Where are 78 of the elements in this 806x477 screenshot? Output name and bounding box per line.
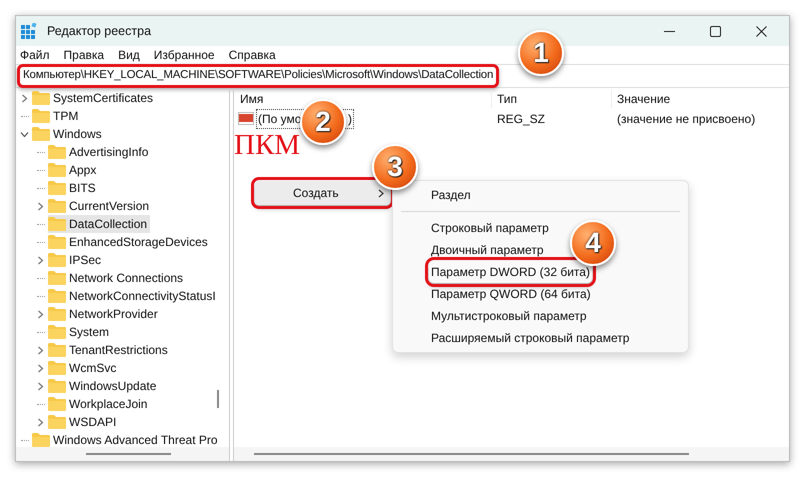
table-cell-text: REG_SZ bbox=[496, 111, 546, 128]
folder-icon bbox=[48, 325, 66, 339]
folder-icon bbox=[32, 109, 50, 123]
folder-icon bbox=[48, 271, 66, 285]
tree-item[interactable]: Windows Advanced Threat Pro bbox=[32, 431, 221, 447]
tree-item[interactable]: Appx bbox=[48, 161, 100, 179]
folder-icon bbox=[48, 181, 66, 195]
expand-chevron-icon[interactable] bbox=[36, 382, 45, 390]
registry-icon bbox=[21, 23, 37, 39]
folder-icon bbox=[48, 415, 66, 429]
submenu-item[interactable]: Строковый параметр bbox=[429, 217, 551, 239]
folder-icon bbox=[48, 199, 66, 213]
folder-icon bbox=[48, 217, 66, 231]
address-field[interactable]: Компьютер\HKEY_LOCAL_MACHINE\SOFTWARE\Policies\Microsoft\Windows\DataCollection bbox=[17, 64, 500, 88]
vertical-scrollbar[interactable] bbox=[217, 390, 219, 408]
expand-chevron-icon[interactable] bbox=[36, 418, 45, 426]
column-header[interactable]: Тип bbox=[491, 90, 611, 108]
submenu-item[interactable]: Двоичный параметр bbox=[429, 239, 546, 261]
menu-item[interactable]: Вид bbox=[118, 46, 140, 64]
maximize-icon bbox=[710, 26, 720, 36]
horizontal-scrollbar[interactable] bbox=[234, 447, 789, 461]
close-icon bbox=[756, 26, 766, 36]
menu-item[interactable]: Избранное bbox=[154, 46, 215, 64]
menu-item[interactable]: Справка bbox=[228, 46, 276, 64]
tree-item[interactable]: Network Connections bbox=[48, 269, 186, 287]
string-value-icon bbox=[238, 112, 254, 126]
folder-icon bbox=[32, 433, 50, 447]
expand-chevron-icon[interactable] bbox=[36, 202, 45, 210]
window-title: Редактор реестра bbox=[47, 22, 152, 40]
expand-chevron-icon[interactable] bbox=[36, 310, 45, 318]
tree-item[interactable]: DataCollection bbox=[48, 215, 150, 233]
collapse-chevron-icon[interactable] bbox=[20, 130, 29, 138]
tree-item[interactable]: WSDAPI bbox=[48, 413, 120, 431]
submenu-item[interactable]: Расширяемый строковый параметр bbox=[429, 327, 632, 349]
tree-item[interactable]: AdvertisingInfo bbox=[48, 143, 152, 161]
folder-icon bbox=[48, 307, 66, 321]
horizontal-scrollbar[interactable] bbox=[16, 447, 229, 461]
tree-item[interactable]: IPSec bbox=[48, 251, 104, 269]
tree-item[interactable]: SystemCertificates bbox=[32, 89, 156, 107]
submenu-item[interactable]: Параметр QWORD (64 бита) bbox=[429, 283, 593, 305]
menu-item[interactable]: Файл bbox=[20, 46, 50, 64]
tree-item[interactable]: TPM bbox=[32, 107, 82, 125]
folder-icon bbox=[48, 253, 66, 267]
minimize-icon bbox=[664, 30, 674, 32]
tree-item[interactable]: NetworkProvider bbox=[48, 305, 161, 323]
expand-chevron-icon[interactable] bbox=[20, 94, 29, 102]
submenu-item[interactable]: Мультистроковый параметр bbox=[429, 305, 589, 327]
tree-item[interactable]: WcmSvc bbox=[48, 359, 120, 377]
annotation-label: ПКМ bbox=[234, 131, 300, 160]
folder-icon bbox=[48, 289, 66, 303]
expand-chevron-icon[interactable] bbox=[36, 256, 45, 264]
column-header[interactable]: Значение bbox=[611, 90, 670, 108]
tree-item[interactable]: Windows bbox=[32, 125, 105, 143]
tree-item[interactable]: NetworkConnectivityStatusI bbox=[48, 287, 219, 305]
tree-item[interactable]: System bbox=[48, 323, 112, 341]
tree-item[interactable]: BITS bbox=[48, 179, 99, 197]
folder-icon bbox=[48, 145, 66, 159]
tree-item[interactable]: CurrentVersion bbox=[48, 197, 152, 215]
folder-icon bbox=[48, 379, 66, 393]
menu-item[interactable]: Правка bbox=[64, 46, 104, 64]
folder-icon bbox=[48, 235, 66, 249]
folder-icon bbox=[48, 397, 66, 411]
submenu-item[interactable]: Параметр DWORD (32 бита) bbox=[429, 261, 592, 283]
folder-icon bbox=[32, 91, 50, 105]
submenu-item[interactable]: Раздел bbox=[429, 184, 473, 206]
tree-item[interactable]: WindowsUpdate bbox=[48, 377, 160, 395]
tree-item[interactable]: TenantRestrictions bbox=[48, 341, 171, 359]
expand-chevron-icon[interactable] bbox=[36, 364, 45, 372]
tree-item[interactable]: WorkplaceJoin bbox=[48, 395, 150, 413]
submenu-chevron-icon bbox=[378, 188, 384, 198]
folder-icon bbox=[48, 361, 66, 375]
context-menu-item[interactable]: Создать bbox=[255, 181, 390, 205]
folder-icon bbox=[48, 163, 66, 177]
expand-chevron-icon[interactable] bbox=[36, 346, 45, 354]
folder-icon bbox=[48, 343, 66, 357]
folder-icon bbox=[32, 127, 50, 141]
table-cell-text: (значение не присвоено) bbox=[616, 111, 756, 128]
tree-item[interactable]: EnhancedStorageDevices bbox=[48, 233, 211, 251]
